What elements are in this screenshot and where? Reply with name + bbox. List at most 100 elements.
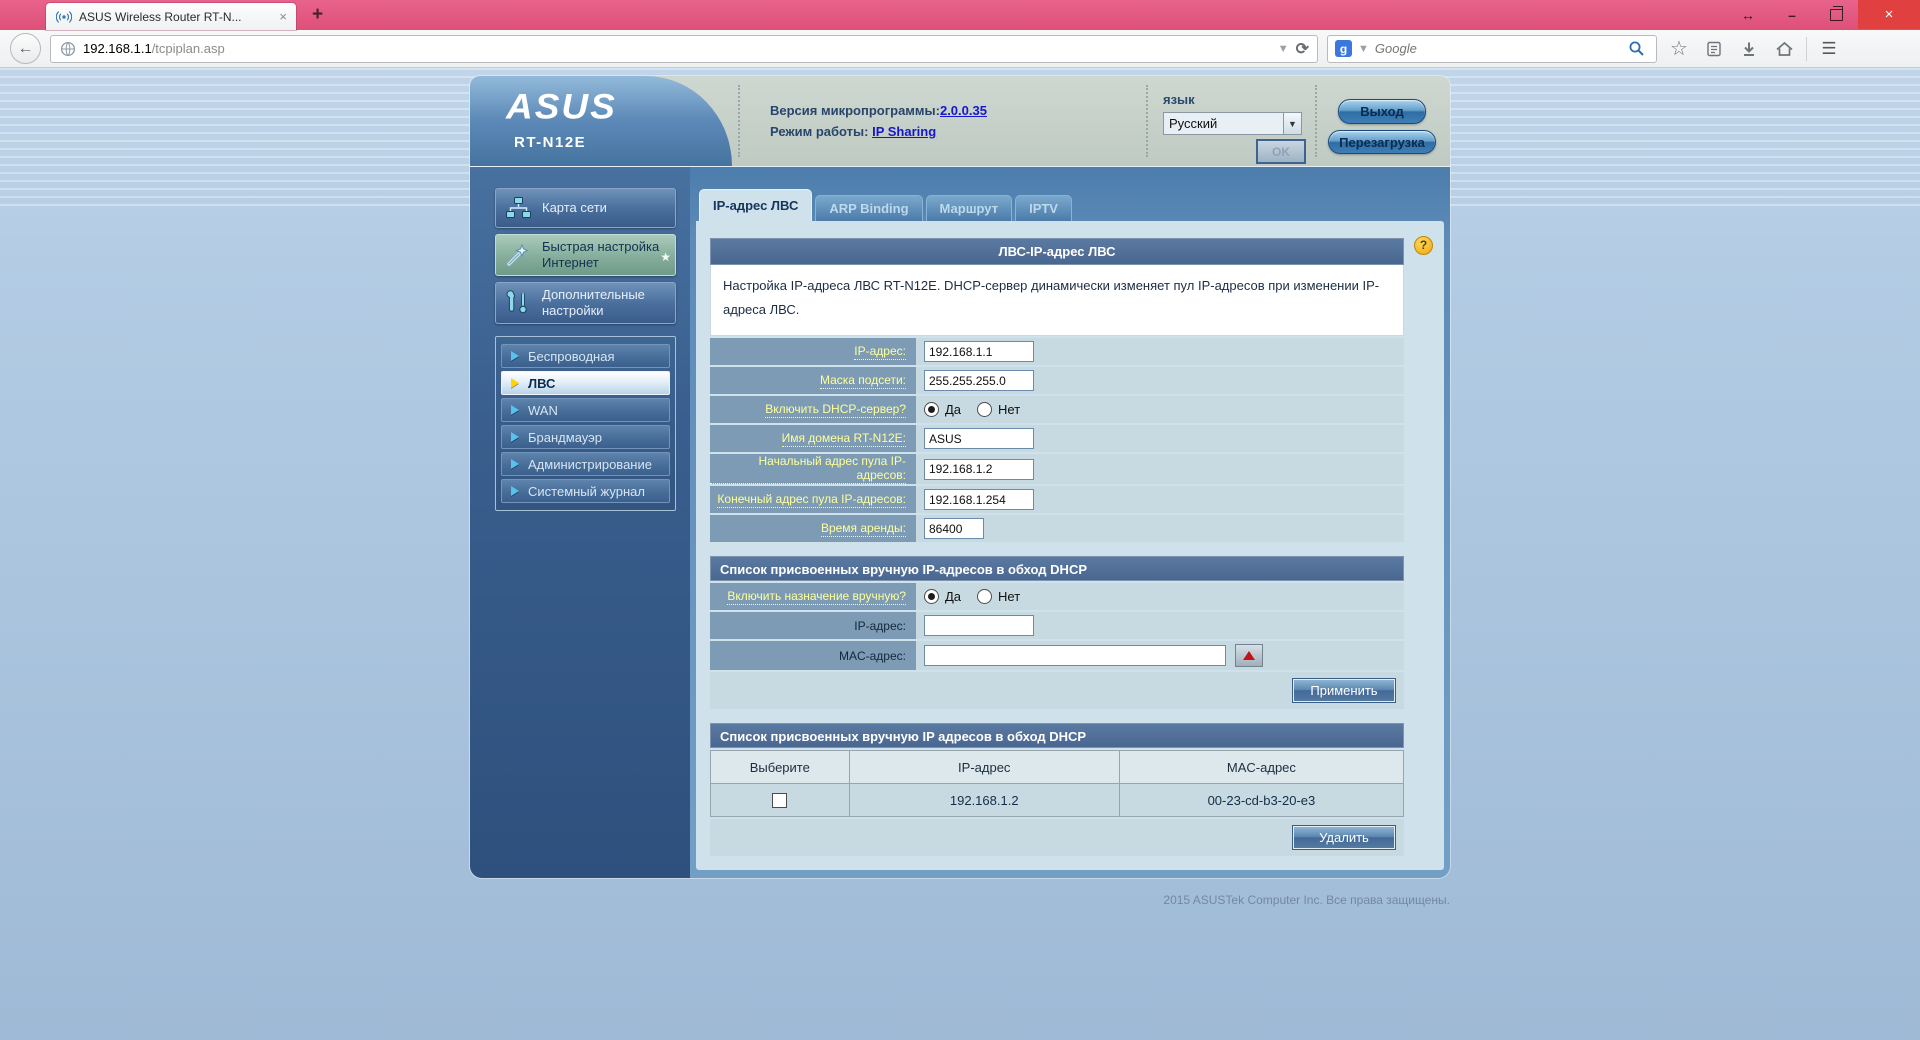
search-engine-dropdown-icon[interactable]: ▼ [1358,43,1369,55]
tab-route[interactable]: Маршрут [925,195,1013,221]
firmware-version-link[interactable]: 2.0.0.35 [940,103,987,118]
arrow-right-icon [511,486,519,496]
tab-close-icon[interactable]: × [279,10,287,23]
home-icon[interactable] [1771,40,1797,58]
header-divider [1146,85,1148,157]
url-dropdown-icon[interactable]: ▼ [1278,43,1289,55]
pool-start-label: Начальный адрес пула IP-адресов: [710,454,906,485]
sidebar-item-network-map[interactable]: Карта сети [495,188,676,228]
tab-arp-binding[interactable]: ARP Binding [815,195,923,221]
lan-ip-input[interactable] [924,341,1034,363]
search-icon[interactable] [1623,40,1649,57]
sidebar-item-firewall[interactable]: Брандмауэр [501,425,670,449]
new-tab-button[interactable]: + [312,4,323,26]
lease-time-input[interactable] [924,518,984,540]
reboot-button[interactable]: Перезагрузка [1328,130,1436,154]
dhcp-no-radio[interactable] [977,402,993,418]
row-checkbox[interactable] [772,793,788,809]
window-controls: ↔ – × [1726,0,1920,29]
delete-button[interactable]: Удалить [1293,826,1395,850]
lease-time-label: Время аренды: [820,520,906,537]
router-body: Карта сети Быстрая настройка Интернет ★ … [470,167,1450,879]
downloads-icon[interactable] [1736,40,1762,58]
sidebar: Карта сети Быстрая настройка Интернет ★ … [470,167,690,879]
mode-label: Режим работы: [770,124,869,139]
operation-mode-link[interactable]: IP Sharing [872,124,936,139]
sidebar-item-advanced-settings[interactable]: Дополнительные настройки [495,282,676,324]
reload-icon[interactable]: ⟳ [1296,39,1309,59]
sidebar-submenu: Беспроводная ЛВС WAN Брандмауэр Админист… [495,336,676,511]
subnet-mask-input[interactable] [924,370,1034,392]
tab-lan-ip[interactable]: IP-адрес ЛВС [699,189,813,221]
url-path: /tcpiplan.asp [151,40,225,56]
form-row-ip: IP-адрес: [710,338,1404,366]
row-mac-value: 00-23-cd-b3-20-e3 [1118,783,1405,818]
window-restore-button[interactable] [1814,0,1858,29]
section-lan-ip: ЛВС-IP-адрес ЛВС Настройка IP-адреса ЛВС… [710,238,1404,543]
firmware-label: Версия микропрограммы: [770,103,940,118]
form-row-lease: Время аренды: [710,515,1404,543]
dhcp-yes-radio[interactable] [924,402,939,418]
chevron-down-icon[interactable]: ▼ [1283,113,1301,134]
form-row-manual-ip: IP-адрес: [710,612,1404,640]
tab-iptv[interactable]: IPTV [1015,195,1072,221]
tools-icon [503,288,533,318]
submenu-item-label: Системный журнал [528,483,645,499]
search-bar[interactable]: g ▼ Google [1327,34,1657,63]
mac-dropdown-button[interactable] [1235,644,1263,668]
sidebar-item-system-log[interactable]: Системный журнал [501,479,670,503]
help-icon[interactable]: ? [1414,236,1433,255]
arrow-up-icon [1243,651,1255,661]
google-engine-icon[interactable]: g [1335,40,1352,57]
yes-label: Да [945,402,962,418]
sidebar-item-lan[interactable]: ЛВС [501,371,670,395]
hamburger-menu-icon[interactable]: ☰ [1816,39,1842,59]
language-select[interactable]: Русский ▼ [1163,112,1302,135]
router-ui: ASUS RT-N12E Версия микропрограммы:2.0.0… [470,76,1450,907]
pool-start-input[interactable] [924,458,1034,480]
domain-name-input[interactable] [924,428,1034,450]
tab-title: ASUS Wireless Router RT-N... [79,9,242,24]
no-label: Нет [998,589,1021,605]
magic-wand-icon [503,240,533,270]
column-mac: MAC-адрес [1118,750,1405,785]
language-ok-button[interactable]: OK [1256,139,1306,164]
wifi-router-favicon [55,9,72,25]
back-button[interactable]: ← [10,33,41,64]
copyright-footer: 2015 ASUSTek Computer Inc. Все права защ… [1163,893,1450,908]
manual-ip-label: IP-адрес: [854,618,906,633]
browser-tab[interactable]: ASUS Wireless Router RT-N... × [46,3,296,30]
pool-end-input[interactable] [924,489,1034,511]
window-minimize-button[interactable]: – [1770,0,1814,29]
manual-no-radio[interactable] [977,589,993,605]
logout-button[interactable]: Выход [1338,99,1426,124]
bookmarks-menu-icon[interactable] [1701,40,1727,58]
section-manual-list: Список присвоенных вручную IP адресов в … [710,723,1405,857]
sidebar-item-wireless[interactable]: Беспроводная [501,344,670,368]
url-bar[interactable]: 192.168.1.1/tcpiplan.asp ▼ ⟳ [50,34,1318,63]
manual-yes-radio[interactable] [924,589,939,605]
firmware-info: Версия микропрограммы:2.0.0.35 Режим раб… [770,100,987,142]
sidebar-item-administration[interactable]: Администрирование [501,452,670,476]
section-title: Список присвоенных вручную IP-адресов в … [710,556,1404,582]
network-map-icon [503,193,533,223]
router-model: RT-N12E [514,134,587,151]
section-manual-assignment: Список присвоенных вручную IP-адресов в … [710,556,1404,710]
search-input[interactable]: Google [1375,41,1617,56]
arrow-right-icon [511,432,519,442]
window-resize-icon[interactable]: ↔ [1726,0,1770,29]
manual-ip-input[interactable] [924,615,1034,637]
sidebar-item-wan[interactable]: WAN [501,398,670,422]
header-divider [1315,85,1317,157]
globe-icon [59,41,76,57]
window-close-button[interactable]: × [1858,0,1920,29]
sidebar-item-quick-setup[interactable]: Быстрая настройка Интернет ★ [495,234,676,276]
bookmark-star-icon[interactable]: ☆ [1666,39,1692,59]
column-select: Выберите [710,750,850,785]
apply-button[interactable]: Применить [1293,679,1395,703]
submenu-item-label: Беспроводная [528,348,615,364]
manual-mac-input[interactable] [924,645,1226,667]
router-header: ASUS RT-N12E Версия микропрограммы:2.0.0… [470,76,1450,166]
arrow-right-icon [511,405,519,415]
delete-row: Удалить [710,819,1404,857]
